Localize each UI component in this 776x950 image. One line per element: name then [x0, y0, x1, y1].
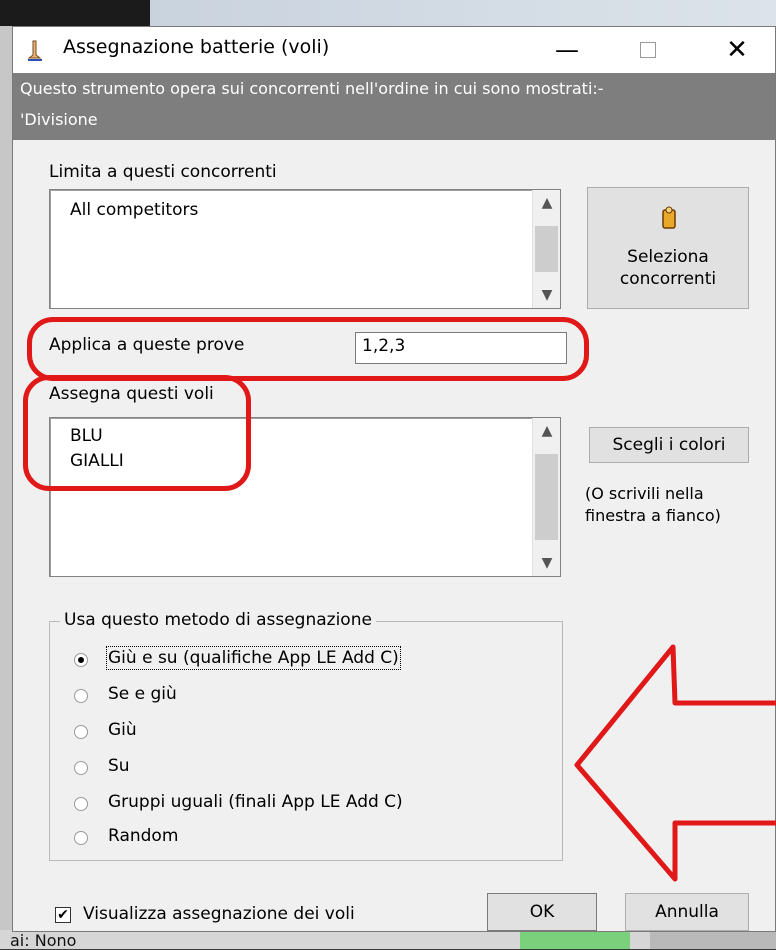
method-option-label: Se e giù [108, 684, 177, 704]
maximize-icon[interactable] [623, 31, 671, 69]
flights-scrollbar[interactable]: ▲ ▼ [532, 418, 560, 576]
list-item[interactable]: All competitors [70, 200, 198, 220]
radio-icon[interactable] [74, 761, 88, 775]
method-option-label: Giù [108, 720, 137, 740]
competitors-scrollbar[interactable]: ▲ ▼ [532, 190, 560, 308]
close-icon[interactable]: ✕ [713, 31, 761, 69]
method-option-label: Su [108, 756, 130, 776]
title-bar: Assegnazione batterie (voli) — ✕ [13, 27, 775, 73]
info-line-1: Questo strumento opera sui concorrenti n… [20, 79, 604, 98]
cancel-button[interactable]: Annulla [625, 893, 749, 931]
info-bar: Questo strumento opera sui concorrenti n… [13, 73, 775, 140]
ok-button[interactable]: OK [487, 893, 597, 931]
radio-icon[interactable] [74, 831, 88, 845]
method-legend: Usa questo metodo di assegnazione [60, 610, 376, 630]
select-competitors-icon [662, 206, 676, 229]
select-competitors-label: Seleziona concorrenti [619, 247, 717, 289]
scroll-up-icon[interactable]: ▲ [533, 190, 561, 216]
radio-selected-icon[interactable] [74, 653, 88, 667]
background-green-area [520, 932, 630, 949]
competitors-listbox[interactable]: All competitors ▲ ▼ [49, 189, 561, 309]
radio-icon[interactable] [74, 689, 88, 703]
radio-icon[interactable] [74, 797, 88, 811]
minimize-icon[interactable]: — [543, 31, 591, 69]
red-arrow-annotation [574, 644, 776, 882]
background-status-text: ai: Nono [10, 931, 77, 950]
app-icon [27, 40, 42, 61]
show-assignment-label: Visualizza assegnazione dei voli [83, 904, 355, 924]
scroll-down-icon[interactable]: ▼ [533, 550, 561, 576]
method-groupbox: Usa questo metodo di assegnazione Giù e … [49, 610, 563, 861]
background-gray-area [650, 932, 776, 949]
red-highlight-rounds [27, 317, 589, 381]
radio-icon[interactable] [74, 725, 88, 739]
scroll-thumb[interactable] [535, 454, 558, 540]
background-window-strip [0, 0, 776, 26]
info-line-2: 'Divisione [20, 110, 98, 129]
method-option-label: Giù e su (qualifiche App LE Add C) [106, 646, 401, 670]
competitors-label: Limita a questi concorrenti [49, 162, 277, 182]
select-competitors-button[interactable]: Seleziona concorrenti [587, 187, 749, 309]
flights-hint: (O scrivili nella finestra a fianco) [585, 484, 721, 525]
show-assignment-checkbox[interactable]: ✔ [55, 907, 71, 923]
red-highlight-flights [23, 375, 251, 491]
scroll-thumb[interactable] [535, 226, 558, 272]
scroll-up-icon[interactable]: ▲ [533, 418, 561, 444]
method-option-label: Random [108, 826, 179, 846]
window-title: Assegnazione batterie (voli) [63, 36, 330, 58]
scroll-down-icon[interactable]: ▼ [533, 282, 561, 308]
choose-colors-button[interactable]: Scegli i colori [589, 427, 749, 463]
assign-flights-dialog: Assegnazione batterie (voli) — ✕ Questo … [12, 26, 776, 932]
method-option-label: Gruppi uguali (finali App LE Add C) [108, 792, 403, 812]
